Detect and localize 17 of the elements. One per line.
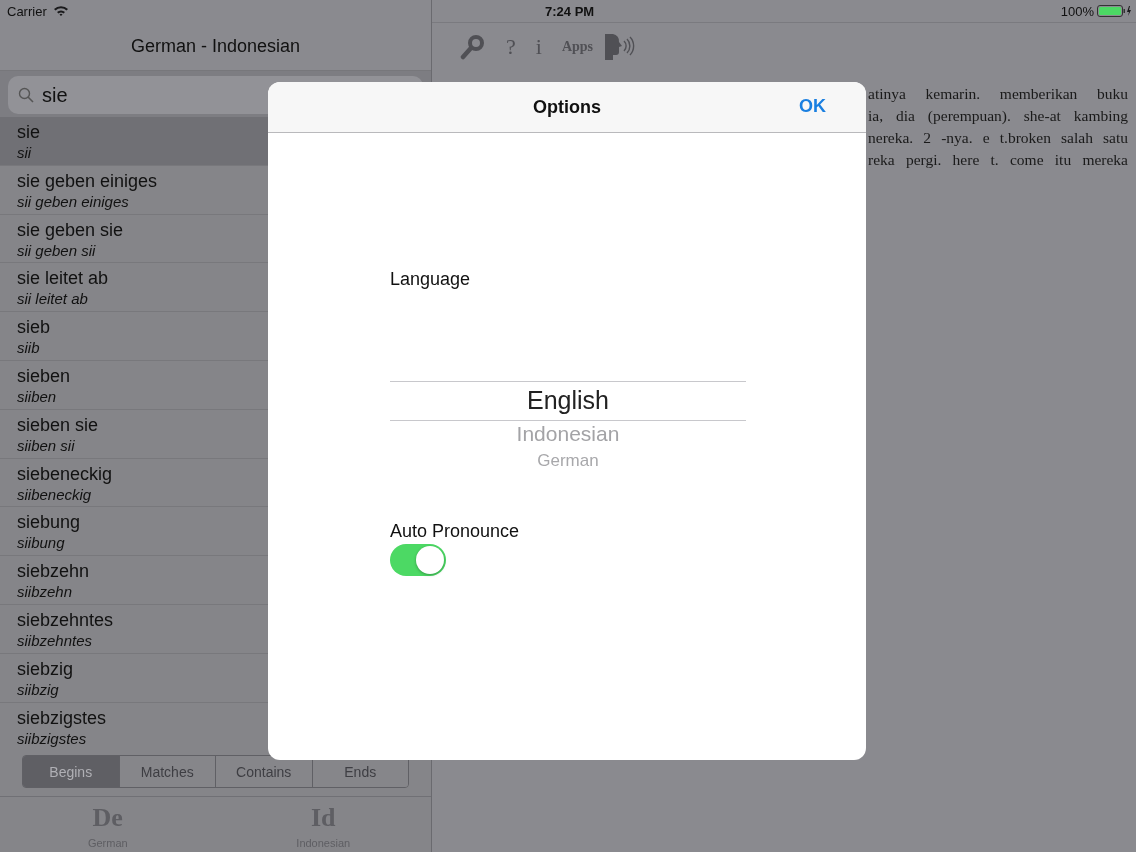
- dialog-title: Options: [533, 96, 601, 118]
- article-text-line: reka pergi. here t. come itu mereka: [868, 150, 1128, 170]
- match-mode-segment[interactable]: Begins: [23, 756, 119, 787]
- article-text-line: nereka. 2 -nya. e t.broken salah satu: [868, 128, 1128, 148]
- article-text-line: ia, dia (perempuan). she-at kambing: [868, 106, 1128, 126]
- language-picker-option[interactable]: English: [527, 381, 609, 419]
- battery-percent: 100%: [1060, 3, 1094, 19]
- carrier-label: Carrier: [7, 3, 47, 19]
- key-search-icon[interactable]: [460, 34, 486, 60]
- battery-icon: [1097, 5, 1133, 17]
- sidebar-title: German - Indonesian: [130, 35, 301, 57]
- ok-button[interactable]: OK: [799, 96, 826, 117]
- auto-pronounce-toggle[interactable]: [390, 544, 446, 576]
- article-text-line: atinya kemarin. memberikan buku: [868, 84, 1128, 104]
- clock-label: 7:24 PM: [545, 3, 595, 19]
- wifi-icon: [52, 5, 69, 17]
- search-icon: [18, 87, 34, 103]
